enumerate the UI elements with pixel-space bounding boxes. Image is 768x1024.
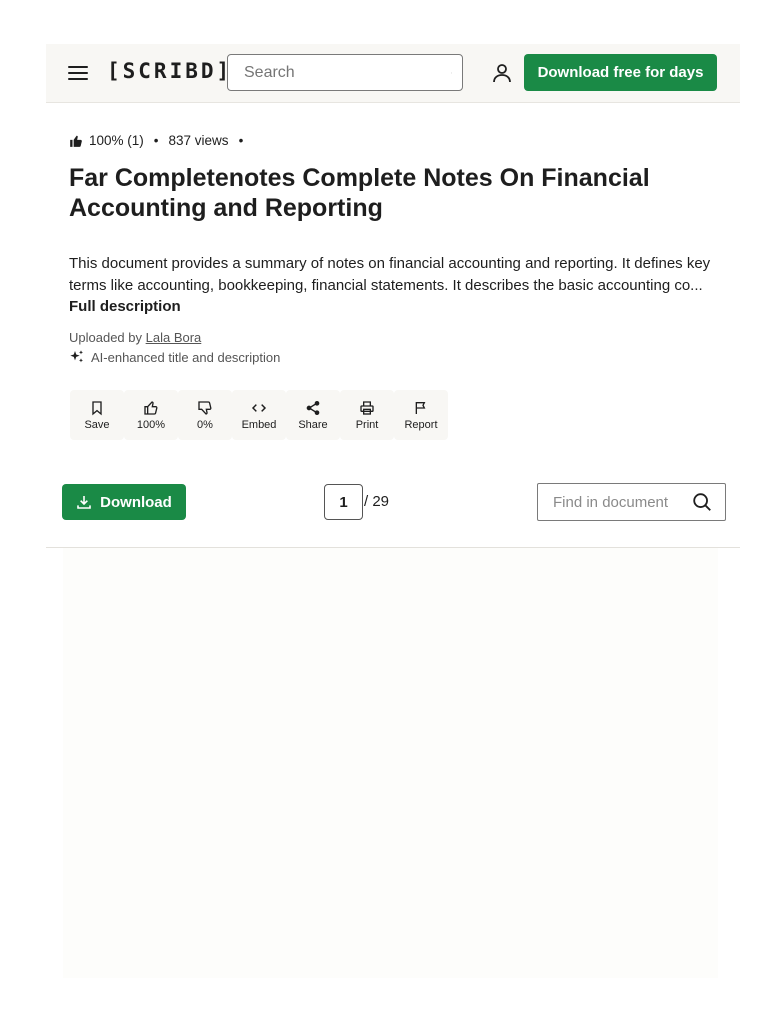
share-label: Share xyxy=(298,418,328,431)
flag-icon xyxy=(415,401,426,414)
search-field[interactable] xyxy=(227,54,463,91)
downvote-button[interactable]: 0% xyxy=(178,390,232,440)
full-description-link[interactable]: Full description xyxy=(69,298,181,315)
print-button[interactable]: Print xyxy=(340,390,394,440)
save-button[interactable]: Save xyxy=(70,390,124,440)
save-label: Save xyxy=(84,418,110,431)
print-label: Print xyxy=(355,418,379,431)
document-description: This document provides a summary of note… xyxy=(69,253,729,318)
download-icon xyxy=(77,496,91,509)
upvote-label: 100% xyxy=(136,418,166,431)
report-label: Report xyxy=(404,418,438,431)
separator-dot: • xyxy=(153,133,159,148)
printer-icon xyxy=(360,400,374,415)
scribd-logo[interactable]: [SCRIBD] xyxy=(107,59,232,83)
find-in-document-field[interactable] xyxy=(537,483,726,521)
download-button[interactable]: Download xyxy=(62,484,186,520)
bookmark-icon xyxy=(92,400,102,415)
share-button[interactable]: Share xyxy=(286,390,340,440)
uploaded-by-label: Uploaded by xyxy=(69,330,142,345)
document-viewer[interactable] xyxy=(63,548,718,978)
download-label: Download xyxy=(100,493,172,511)
hamburger-menu-icon[interactable] xyxy=(68,62,92,84)
thumbs-up-filled-icon xyxy=(70,135,82,147)
embed-button[interactable]: Embed xyxy=(232,390,286,440)
search-icon[interactable] xyxy=(451,62,452,84)
upvote-button[interactable]: 100% xyxy=(124,390,178,440)
document-title: Far Completenotes Complete Notes On Fina… xyxy=(69,164,650,222)
user-account-icon[interactable] xyxy=(490,61,514,85)
search-input[interactable] xyxy=(244,63,451,82)
search-icon[interactable] xyxy=(691,491,713,513)
uploaded-by: Uploaded by Lala Bora xyxy=(69,330,201,345)
uploader-link[interactable]: Lala Bora xyxy=(146,330,202,345)
thumbs-up-icon xyxy=(144,400,158,415)
top-header: [SCRIBD] Download free for days xyxy=(46,44,740,103)
document-action-bar: Save 100% 0% Embed Share Print Report xyxy=(70,390,448,440)
description-text: This document provides a summary of note… xyxy=(69,255,711,294)
download-free-button[interactable]: Download free for days xyxy=(524,54,717,91)
document-stats: 100% (1) • 837 views • xyxy=(69,133,247,148)
ai-note-text: AI-enhanced title and description xyxy=(91,349,281,365)
report-button[interactable]: Report xyxy=(394,390,448,440)
page-total: / 29 xyxy=(364,493,390,510)
downvote-label: 0% xyxy=(197,418,213,431)
find-in-document-input[interactable] xyxy=(553,493,691,511)
page-number-input[interactable] xyxy=(324,484,363,520)
code-icon xyxy=(251,403,267,412)
sparkle-icon xyxy=(70,350,83,363)
separator-dot: • xyxy=(238,133,244,148)
rating-text: 100% (1) xyxy=(89,133,144,148)
embed-label: Embed xyxy=(241,418,277,431)
share-icon xyxy=(306,400,320,415)
views-count: 837 views xyxy=(168,133,229,148)
ai-enhanced-note: AI-enhanced title and description xyxy=(69,349,280,365)
page-frame: [SCRIBD] Download free for days xyxy=(46,44,740,103)
thumbs-down-icon xyxy=(198,400,212,415)
